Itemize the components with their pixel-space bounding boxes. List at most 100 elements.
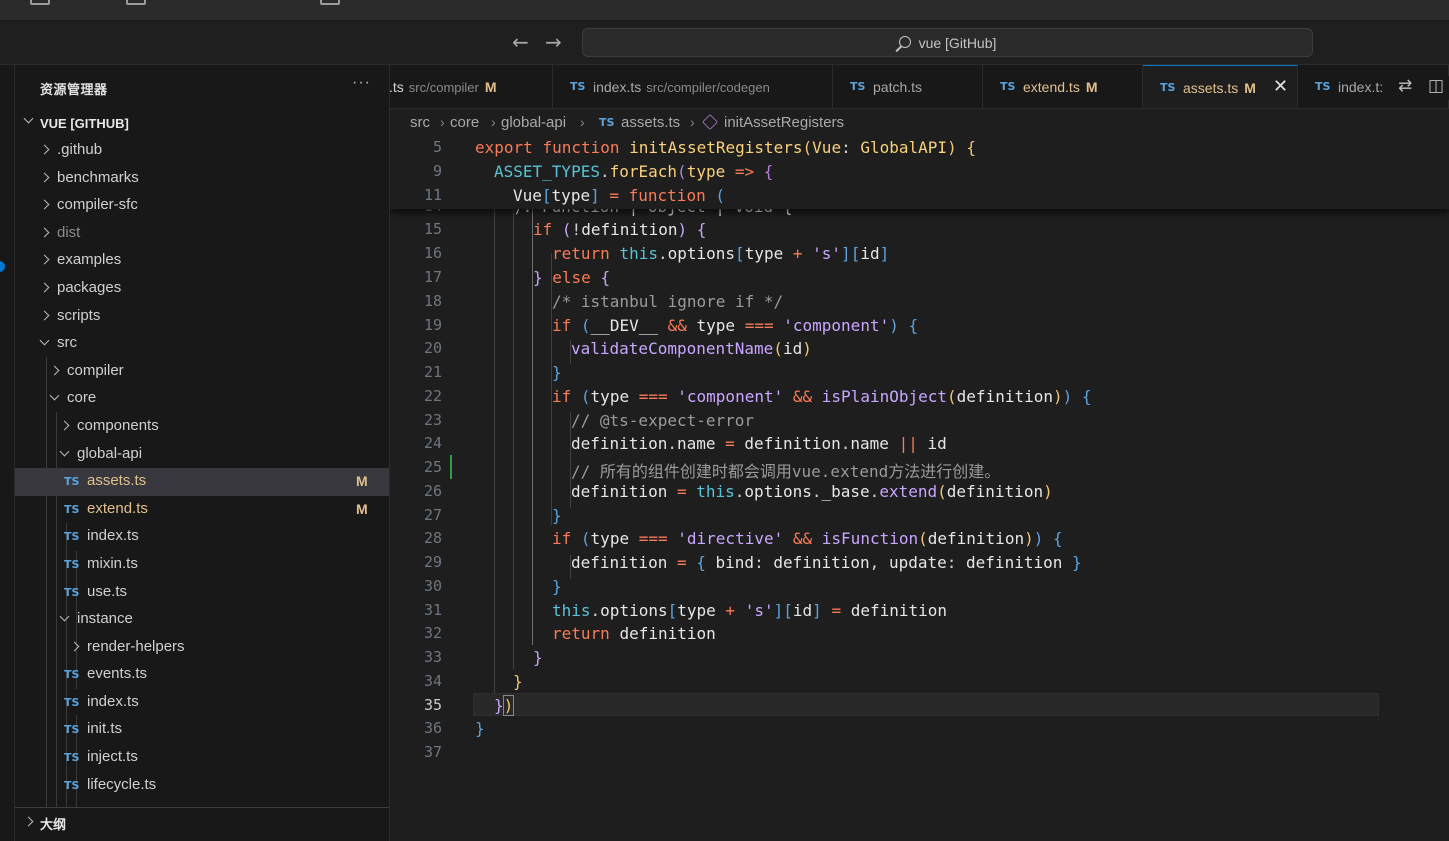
tree-folder[interactable]: .github bbox=[15, 137, 389, 165]
typescript-file-icon: TS bbox=[64, 723, 80, 737]
tree-file[interactable]: TS index.ts bbox=[15, 523, 389, 551]
line-number: 36 bbox=[423, 719, 442, 737]
tree-folder[interactable]: components bbox=[15, 413, 389, 441]
line-number: 23 bbox=[423, 411, 442, 429]
activity-badge-icon[interactable] bbox=[0, 261, 5, 272]
typescript-file-icon: TS bbox=[570, 80, 586, 93]
chevron-down-icon bbox=[48, 391, 62, 405]
typescript-file-icon: TS bbox=[64, 668, 80, 682]
typescript-file-icon: TS bbox=[64, 530, 80, 544]
tree-folder[interactable]: render-helpers bbox=[15, 634, 389, 662]
chevron-right-icon: › bbox=[580, 114, 585, 130]
tree-folder[interactable]: examples bbox=[15, 247, 389, 275]
tree-file[interactable]: TS index.ts bbox=[15, 689, 389, 717]
code-line: // 所有的组件创建时都会调用vue.extend方法进行创建。 bbox=[571, 462, 1001, 481]
typescript-file-icon: TS bbox=[1160, 81, 1176, 94]
git-modified-gutter bbox=[450, 455, 452, 479]
breadcrumb-item[interactable]: assets.ts bbox=[621, 114, 680, 131]
tree-file[interactable]: TS inject.ts bbox=[15, 744, 389, 772]
tab-patch[interactable]: TS patch.ts bbox=[833, 65, 983, 108]
tab-extend[interactable]: TS extend.ts M bbox=[983, 65, 1143, 108]
compare-changes-icon[interactable]: ⇄ bbox=[1398, 76, 1412, 96]
method-symbol-icon bbox=[702, 114, 718, 130]
breadcrumb-item[interactable]: global-api bbox=[501, 114, 566, 131]
explorer-sidebar: 资源管理器 ··· VUE [GITHUB] .github benchmark… bbox=[15, 65, 390, 841]
explorer-title: 资源管理器 bbox=[40, 82, 108, 97]
chevron-right-icon bbox=[38, 143, 52, 157]
forward-arrow-icon[interactable]: → bbox=[545, 31, 562, 53]
modified-badge: M bbox=[1244, 80, 1256, 96]
tree-file[interactable]: TS init.ts bbox=[15, 716, 389, 744]
bracket-match: ) bbox=[502, 695, 515, 716]
split-editor-icon[interactable]: ◫ bbox=[1428, 76, 1444, 96]
line-number: 37 bbox=[423, 743, 442, 761]
back-arrow-icon[interactable]: ← bbox=[512, 31, 529, 53]
code-editor[interactable]: 14 ): Function | Object | void { 15 if (… bbox=[390, 135, 1449, 841]
breadcrumb-item[interactable]: core bbox=[450, 114, 479, 131]
command-center-search[interactable]: vue [GitHub] bbox=[582, 28, 1313, 57]
line-number: 26 bbox=[423, 482, 442, 500]
tree-folder[interactable]: compiler bbox=[15, 358, 389, 386]
typescript-file-icon: TS bbox=[1000, 80, 1016, 93]
close-icon[interactable]: ✕ bbox=[1273, 76, 1288, 97]
tree-folder[interactable]: scripts bbox=[15, 303, 389, 331]
breadcrumb-item[interactable]: initAssetRegisters bbox=[724, 114, 844, 131]
tab-compiler-index[interactable]: .ts src/compiler M bbox=[390, 65, 553, 108]
chevron-right-icon: › bbox=[491, 114, 496, 130]
typescript-file-icon: TS bbox=[599, 116, 615, 129]
chevron-right-icon bbox=[38, 198, 52, 212]
typescript-file-icon: TS bbox=[64, 475, 80, 489]
chevron-right-icon bbox=[38, 281, 52, 295]
tree-folder[interactable]: benchmarks bbox=[15, 165, 389, 193]
tree-folder[interactable]: src bbox=[15, 330, 389, 358]
tree-folder[interactable]: packages bbox=[15, 275, 389, 303]
tree-folder[interactable]: instance bbox=[15, 606, 389, 634]
code-line[interactable]: export function initAssetRegisters(Vue: … bbox=[475, 138, 976, 157]
window-icon[interactable] bbox=[320, 0, 340, 5]
line-number: 9 bbox=[432, 162, 442, 180]
code-line: } bbox=[552, 577, 562, 596]
code-line[interactable]: ASSET_TYPES.forEach(type => { bbox=[475, 162, 773, 181]
tree-folder[interactable]: compiler-sfc bbox=[15, 192, 389, 220]
workspace-root[interactable]: VUE [GITHUB] bbox=[15, 113, 389, 135]
line-number-current: 35 bbox=[423, 696, 442, 714]
outline-title: 大纲 bbox=[40, 817, 67, 832]
chevron-down-icon bbox=[38, 336, 52, 350]
tree-file[interactable]: TS events.ts bbox=[15, 661, 389, 689]
code-line: } bbox=[513, 672, 523, 691]
more-actions-icon[interactable]: ··· bbox=[352, 74, 371, 92]
tree-folder[interactable]: global-api bbox=[15, 441, 389, 469]
breadcrumb-item[interactable]: src bbox=[410, 114, 430, 131]
line-number: 29 bbox=[423, 553, 442, 571]
tab-assets-active[interactable]: TS assets.ts M ✕ bbox=[1143, 65, 1298, 108]
line-number: 32 bbox=[423, 624, 442, 642]
tree-file[interactable]: TS extend.ts M bbox=[15, 496, 389, 524]
tree-folder[interactable]: core bbox=[15, 385, 389, 413]
outline-section-header[interactable]: 大纲 bbox=[15, 807, 389, 835]
code-line[interactable]: Vue[type] = function ( bbox=[475, 186, 725, 205]
code-line: definition.name = definition.name || id bbox=[571, 434, 947, 453]
tree-file[interactable]: TS mixin.ts bbox=[15, 551, 389, 579]
window-icon[interactable] bbox=[126, 0, 146, 5]
tree-file[interactable]: TS use.ts bbox=[15, 579, 389, 607]
tree-file-selected[interactable]: TS assets.ts M bbox=[15, 468, 389, 496]
window-icon[interactable] bbox=[30, 0, 50, 5]
tree-folder[interactable]: dist bbox=[15, 220, 389, 248]
current-line-highlight bbox=[473, 693, 1379, 716]
typescript-file-icon: TS bbox=[850, 80, 866, 93]
line-number: 31 bbox=[423, 601, 442, 619]
modified-badge: M bbox=[356, 500, 368, 517]
tab-codegen-index[interactable]: TS index.ts src/compiler/codegen bbox=[553, 65, 833, 108]
typescript-file-icon: TS bbox=[64, 695, 80, 709]
line-number: 19 bbox=[423, 316, 442, 334]
code-line: definition = { bind: definition, update:… bbox=[571, 553, 1082, 572]
chevron-right-icon bbox=[48, 364, 62, 378]
line-number: 21 bbox=[423, 363, 442, 381]
chevron-right-icon bbox=[38, 171, 52, 185]
tree-file[interactable]: TS lifecycle.ts bbox=[15, 772, 389, 800]
line-number: 5 bbox=[432, 138, 442, 156]
sticky-scroll-header: 5 export function initAssetRegisters(Vue… bbox=[390, 135, 1449, 209]
code-line: } bbox=[533, 648, 543, 667]
chevron-right-icon bbox=[68, 640, 82, 654]
chevron-right-icon bbox=[58, 419, 72, 433]
